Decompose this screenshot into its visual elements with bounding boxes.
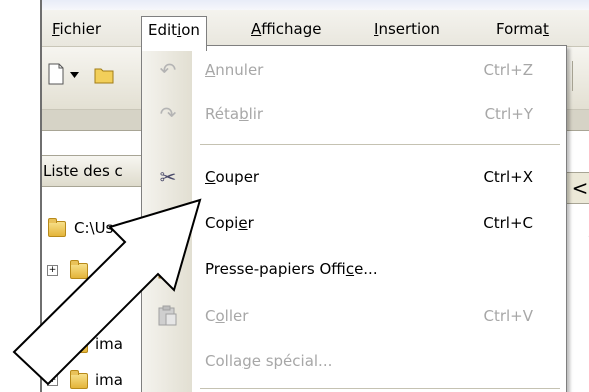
screenshot-frame: Fichier Edition Affichage Insertion Form… (0, 0, 589, 392)
pointer-arrow-annotation (12, 198, 202, 386)
